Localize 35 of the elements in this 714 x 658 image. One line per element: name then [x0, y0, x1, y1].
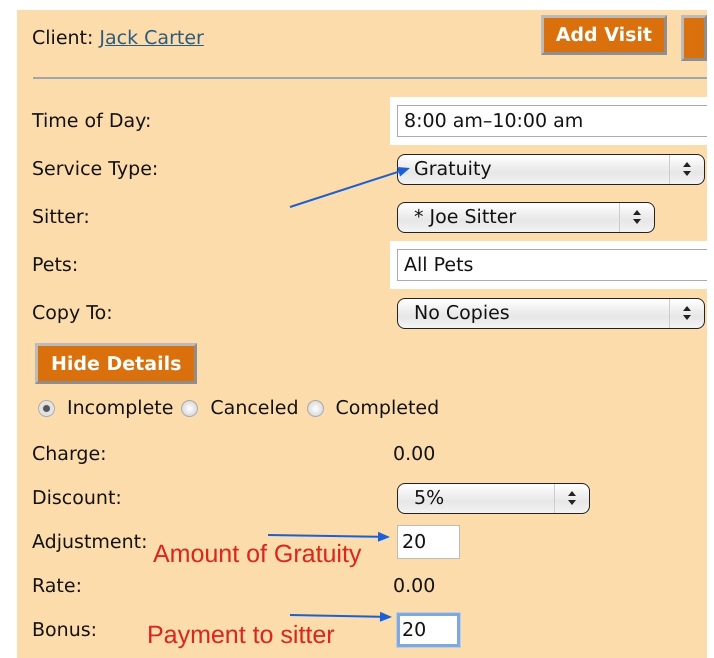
field-label: Rate:: [32, 575, 82, 597]
radio-button[interactable]: [306, 400, 324, 416]
stepper-icon: [682, 305, 692, 321]
radio-label: Completed: [336, 397, 440, 419]
annotation-text: Payment to sitter: [147, 621, 335, 650]
annotation-text: Amount of Gratuity: [153, 540, 362, 569]
input-field[interactable]: 20: [397, 525, 460, 559]
field-label: Sitter:: [32, 206, 90, 228]
value-text: 0.00: [393, 575, 436, 597]
value-text: 0.00: [393, 443, 436, 465]
field-label: Charge:: [32, 443, 107, 465]
field-label: Service Type:: [32, 158, 158, 180]
input-field[interactable]: 8:00 am–10:00 am: [397, 105, 707, 137]
dropdown[interactable]: Gratuity: [397, 154, 705, 184]
field-label: Time of Day:: [32, 110, 152, 132]
field-label: Discount:: [32, 487, 122, 509]
dropdown[interactable]: * Joe Sitter: [397, 202, 655, 232]
radio-button[interactable]: [181, 400, 198, 416]
field-label: Copy To:: [32, 302, 113, 324]
client-label: Client:: [32, 27, 94, 49]
input-field[interactable]: 20: [397, 613, 460, 647]
input-field[interactable]: All Pets: [397, 249, 707, 281]
field-label: Bonus:: [32, 619, 98, 641]
stepper-icon: [682, 161, 692, 177]
stepper-icon: [567, 490, 577, 506]
button[interactable]: [681, 15, 707, 61]
stepper-icon: [632, 209, 642, 225]
field-label: Adjustment:: [32, 531, 148, 553]
radio-label: Incomplete: [67, 397, 174, 419]
radio-label: Canceled: [210, 397, 299, 419]
client-link[interactable]: Jack Carter: [99, 27, 204, 49]
field-label: Pets:: [32, 254, 78, 276]
dropdown[interactable]: 5%: [397, 482, 590, 514]
radio-button[interactable]: [38, 400, 55, 416]
dropdown[interactable]: No Copies: [397, 298, 705, 328]
